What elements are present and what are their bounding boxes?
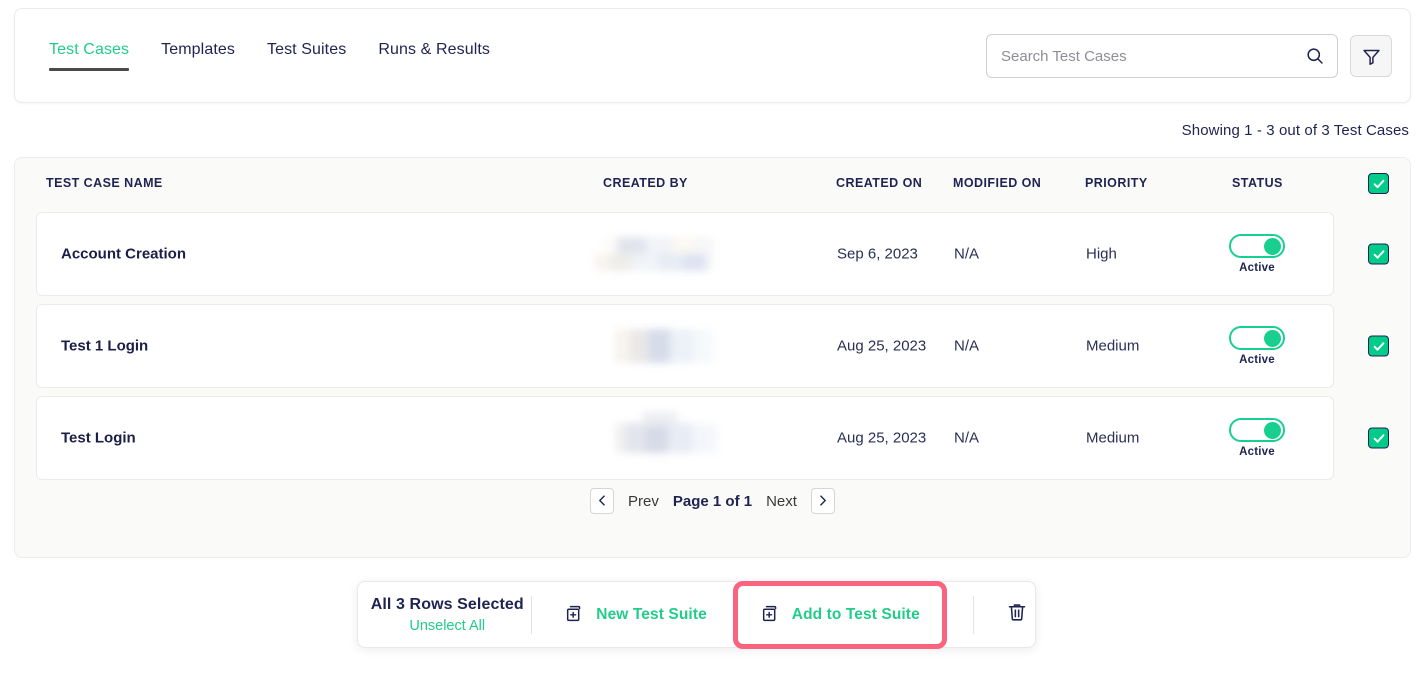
cell-test-case-name: Account Creation <box>61 245 187 263</box>
search-area <box>986 34 1392 78</box>
trash-icon <box>1006 601 1028 628</box>
next-label[interactable]: Next <box>766 493 797 510</box>
cell-created-on: Aug 25, 2023 <box>837 337 927 355</box>
selection-summary: All 3 Rows Selected Unselect All <box>358 594 531 636</box>
copy-plus-icon <box>564 603 585 627</box>
toggle-knob <box>1264 329 1281 347</box>
pagination: Prev Page 1 of 1 Next <box>15 488 1410 514</box>
tab-label: Test Suites <box>266 41 347 58</box>
column-header-status: STATUS <box>1232 176 1283 190</box>
tab-test-suites[interactable]: Test Suites <box>251 39 362 71</box>
tab-label: Templates <box>161 41 235 58</box>
results-count: Showing 1 - 3 out of 3 Test Cases <box>1181 122 1409 139</box>
row-select-checkbox[interactable] <box>1368 427 1389 449</box>
status-label: Active <box>1239 354 1275 366</box>
tab-label: Test Cases <box>49 41 130 58</box>
add-to-test-suite-label: Add to Test Suite <box>791 605 920 623</box>
copy-plus-icon <box>760 603 781 627</box>
cell-modified-on: N/A <box>954 245 980 263</box>
cell-created-by-redacted <box>594 237 714 271</box>
cell-created-by-redacted <box>615 412 717 453</box>
tab-templates[interactable]: Templates <box>145 39 251 71</box>
cell-priority: High <box>1086 245 1117 263</box>
cell-created-on: Sep 6, 2023 <box>837 245 918 263</box>
divider <box>972 595 974 634</box>
new-test-suite-label: New Test Suite <box>596 605 707 623</box>
column-header-test-case-name: TEST CASE NAME <box>46 176 163 190</box>
divider <box>530 595 532 634</box>
table-row[interactable]: Test Login Aug 25, 2023 N/A Medium Activ… <box>15 392 1410 484</box>
next-page-button[interactable] <box>810 488 835 514</box>
new-test-suite-button[interactable]: New Test Suite <box>550 593 721 637</box>
column-header-created-by: CREATED BY <box>603 176 688 190</box>
tab-label: Runs & Results <box>378 41 490 58</box>
search-input[interactable] <box>987 35 1337 77</box>
toggle-knob <box>1264 237 1281 255</box>
row-card[interactable]: Test 1 Login Aug 25, 2023 N/A Medium Act… <box>36 304 1334 388</box>
row-card[interactable]: Account Creation Sep 6, 2023 N/A High Ac… <box>36 212 1334 296</box>
add-to-test-suite-button[interactable]: Add to Test Suite <box>746 593 934 637</box>
cell-priority: Medium <box>1086 337 1140 355</box>
cell-created-by-redacted <box>615 329 713 363</box>
cell-test-case-name: Test Login <box>61 429 136 447</box>
chevron-left-icon <box>596 494 609 509</box>
cell-test-case-name: Test 1 Login <box>61 337 149 355</box>
cell-status: Active <box>1220 326 1294 366</box>
select-all-checkbox[interactable] <box>1368 173 1389 194</box>
add-to-test-suite-highlight: Add to Test Suite <box>732 580 947 649</box>
table-row[interactable]: Test 1 Login Aug 25, 2023 N/A Medium Act… <box>15 300 1410 392</box>
row-select-checkbox[interactable] <box>1368 335 1389 357</box>
tab-test-cases[interactable]: Test Cases <box>33 39 145 71</box>
funnel-icon <box>1361 46 1382 67</box>
page-indicator: Page 1 of 1 <box>672 492 753 510</box>
toolbar-card: Test Cases Templates Test Suites Runs & … <box>14 8 1411 103</box>
row-select-checkbox[interactable] <box>1368 243 1389 265</box>
row-card[interactable]: Test Login Aug 25, 2023 N/A Medium Activ… <box>36 396 1334 480</box>
column-header-created-on: CREATED ON <box>836 176 923 190</box>
column-header-priority: PRIORITY <box>1085 176 1148 190</box>
filter-button[interactable] <box>1350 35 1392 77</box>
table-header-row: TEST CASE NAME CREATED BY CREATED ON MOD… <box>15 158 1410 208</box>
unselect-all-link[interactable]: Unselect All <box>364 616 531 636</box>
status-toggle[interactable] <box>1229 418 1285 442</box>
cell-modified-on: N/A <box>954 337 980 355</box>
status-label: Active <box>1239 262 1275 274</box>
status-toggle[interactable] <box>1229 234 1285 258</box>
cell-status: Active <box>1220 234 1294 274</box>
cell-modified-on: N/A <box>954 429 980 447</box>
test-cases-table: TEST CASE NAME CREATED BY CREATED ON MOD… <box>14 157 1411 558</box>
tab-runs-results[interactable]: Runs & Results <box>362 39 506 71</box>
test-cases-page: Test Cases Templates Test Suites Runs & … <box>0 0 1425 680</box>
toggle-knob <box>1264 421 1281 439</box>
tab-bar: Test Cases Templates Test Suites Runs & … <box>33 39 506 71</box>
status-label: Active <box>1239 446 1275 458</box>
prev-page-button[interactable] <box>590 488 615 514</box>
column-header-modified-on: MODIFIED ON <box>953 176 1042 190</box>
status-toggle[interactable] <box>1229 326 1285 350</box>
cell-status: Active <box>1220 418 1294 458</box>
cell-priority: Medium <box>1086 429 1140 447</box>
table-row[interactable]: Account Creation Sep 6, 2023 N/A High Ac… <box>15 208 1410 300</box>
delete-button[interactable] <box>1000 593 1035 637</box>
prev-label[interactable]: Prev <box>628 493 659 510</box>
bulk-action-bar: All 3 Rows Selected Unselect All New Tes… <box>357 580 1036 649</box>
cell-created-on: Aug 25, 2023 <box>837 429 927 447</box>
selected-count-label: All 3 Rows Selected <box>370 595 524 613</box>
chevron-right-icon <box>816 494 829 509</box>
search-box[interactable] <box>986 34 1338 78</box>
